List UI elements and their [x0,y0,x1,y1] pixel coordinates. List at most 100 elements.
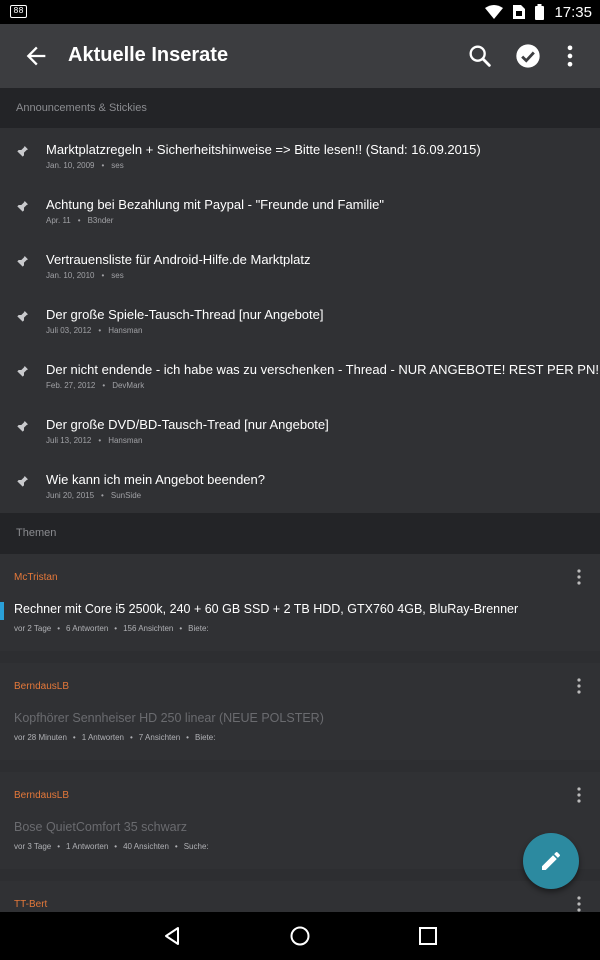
sticky-author: DevMark [112,381,145,390]
separator-dot: • [129,733,133,742]
sticky-title: Achtung bei Bezahlung mit Paypal - "Freu… [46,197,385,212]
sticky-date: Juli 13, 2012 [46,436,92,445]
separator-dot: • [114,624,118,633]
thread-author[interactable]: BerndausLB [14,790,69,801]
separator-dot: • [72,733,76,742]
more-vert-icon[interactable] [556,42,584,70]
status-time: 17:35 [554,3,592,21]
thread-title: Kopfhörer Sennheiser HD 250 linear (NEUE… [14,711,324,725]
announcements-header: Announcements & Stickies [0,88,600,128]
thread-meta: vor 28 Minuten • 1 Antworten • 7 Ansichten • B… [14,733,215,742]
thread-views: 40 Ansichten [123,842,169,851]
check-circle-icon[interactable] [514,42,542,70]
more-vert-icon[interactable] [572,568,586,586]
status-icons: 17:35 [485,3,592,21]
battery-icon [535,4,545,20]
sticky-author: ses [111,161,124,170]
thread-author[interactable]: McTristan [14,572,58,583]
pin-icon [16,476,28,488]
sticky-list: Marktplatzregeln + Sicherheitshinweise =… [0,128,600,513]
separator-dot: • [57,842,61,851]
more-vert-icon[interactable] [572,786,586,804]
thread-age: vor 3 Tage [14,842,52,851]
thread-replies: 1 Antworten [66,842,109,851]
separator-dot: • [114,842,118,851]
thread-author[interactable]: TT-Bert [14,899,47,910]
sticky-row[interactable]: Der nicht endende - ich habe was zu vers… [0,348,600,403]
sticky-meta: Feb. 27, 2012 • DevMark [46,381,144,390]
thread-replies: 6 Antworten [66,624,109,633]
sticky-meta: Juli 03, 2012 • Hansman [46,326,142,335]
sticky-date: Juni 20, 2015 [46,491,95,500]
sticky-title: Der große Spiele-Tausch-Thread [nur Ange… [46,307,324,322]
thread-age: vor 2 Tage [14,624,52,633]
sticky-title: Wie kann ich mein Angebot beenden? [46,472,265,487]
sticky-row[interactable]: Marktplatzregeln + Sicherheitshinweise =… [0,128,600,183]
thread-type: Biete: [194,733,216,742]
sticky-author: B3nder [87,216,114,225]
sim-icon [513,5,526,19]
thread-type: Suche: [183,842,209,851]
sticky-date: Jan. 10, 2010 [46,271,95,280]
sticky-row[interactable]: Der große DVD/BD-Tausch-Tread [nur Angeb… [0,403,600,458]
thread-title: Bose QuietComfort 35 schwarz [14,820,187,834]
sticky-row[interactable]: Wie kann ich mein Angebot beenden? Juni … [0,458,600,513]
navigation-bar [0,912,600,960]
separator-dot: • [101,271,105,280]
sticky-date: Juli 03, 2012 [46,326,92,335]
separator-dot: • [57,624,61,633]
search-icon[interactable] [466,42,494,70]
sticky-title: Vertrauensliste für Android-Hilfe.de Mar… [46,252,311,267]
sticky-date: Apr. 11 [46,216,71,225]
compose-fab-button[interactable] [523,833,579,889]
separator-dot: • [186,733,189,742]
thread-card[interactable]: BerndausLB Kopfhörer Sennheiser HD 250 l… [0,663,600,760]
wifi-icon [485,5,504,19]
notification-icon: 88 [10,5,27,18]
more-vert-icon[interactable] [572,895,586,913]
separator-dot: • [174,842,178,851]
separator-dot: • [101,491,104,500]
thread-author[interactable]: BerndausLB [14,681,69,692]
sticky-meta: Apr. 11 • B3nder [46,216,113,225]
app-bar: Aktuelle Inserate [0,24,600,88]
more-vert-icon[interactable] [572,677,586,695]
thread-age: vor 28 Minuten [14,733,67,742]
sticky-date: Feb. 27, 2012 [46,381,96,390]
sticky-author: Hansman [108,436,143,445]
thread-meta: vor 2 Tage • 6 Antworten • 156 Ansichten • Bie… [14,624,209,633]
separator-dot: • [98,326,102,335]
status-bar: 88 17:35 [0,0,600,24]
sticky-meta: Jan. 10, 2009 • ses [46,161,124,170]
recents-square-icon[interactable] [416,924,440,948]
separator-dot: • [98,436,102,445]
sticky-title: Der große DVD/BD-Tausch-Tread [nur Angeb… [46,417,329,432]
thread-card[interactable]: BerndausLB Bose QuietComfort 35 schwarz … [0,772,600,869]
pin-icon [16,146,28,158]
sticky-meta: Juli 13, 2012 • Hansman [46,436,142,445]
sticky-row[interactable]: Achtung bei Bezahlung mit Paypal - "Freu… [0,183,600,238]
sticky-author: ses [111,271,124,280]
sticky-row[interactable]: Der große Spiele-Tausch-Thread [nur Ange… [0,293,600,348]
sticky-row[interactable]: Vertrauensliste für Android-Hilfe.de Mar… [0,238,600,293]
sticky-title: Der nicht endende - ich habe was zu vers… [46,362,599,377]
pin-icon [16,421,28,433]
back-triangle-icon[interactable] [160,924,184,948]
pin-icon [16,201,28,213]
thread-card[interactable]: McTristan Rechner mit Core i5 2500k, 240… [0,554,600,651]
separator-dot: • [101,161,105,170]
unread-marker [0,602,4,620]
separator-dot: • [102,381,106,390]
thread-replies: 1 Antworten [81,733,124,742]
themes-header: Themen [0,513,600,554]
sticky-date: Jan. 10, 2009 [46,161,95,170]
sticky-author: Hansman [108,326,143,335]
pencil-icon [542,851,561,870]
back-arrow-icon[interactable] [22,42,50,70]
sticky-author: SunSide [110,491,142,500]
sticky-meta: Jan. 10, 2010 • ses [46,271,124,280]
home-circle-icon[interactable] [288,924,312,948]
pin-icon [16,311,28,323]
separator-dot: • [179,624,183,633]
thread-title: Rechner mit Core i5 2500k, 240 + 60 GB S… [14,602,519,616]
